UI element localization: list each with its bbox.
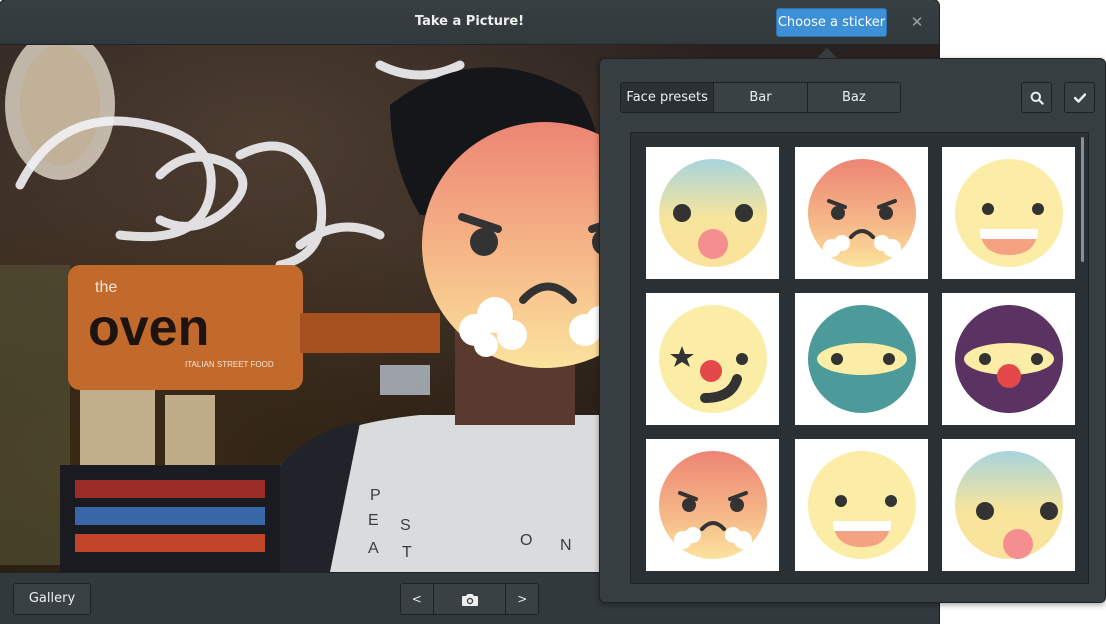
take-photo-button[interactable]	[433, 584, 507, 614]
checkmark-icon	[1073, 92, 1086, 103]
sticker-grid	[630, 132, 1089, 584]
sign-the-text: the	[95, 279, 117, 296]
confirm-button[interactable]	[1064, 82, 1095, 113]
sticker-category-tabs: Face presets Bar Baz	[620, 82, 901, 113]
choose-sticker-button[interactable]: Choose a sticker	[776, 8, 887, 37]
grinning-face-icon	[807, 451, 916, 559]
next-button[interactable]: >	[506, 584, 538, 614]
shocked-face-icon	[954, 451, 1063, 559]
sticker-ninja-teal[interactable]	[795, 293, 928, 425]
previous-button[interactable]: <	[401, 584, 434, 614]
grinning-face-icon	[954, 159, 1063, 267]
svg-text:T: T	[402, 544, 412, 561]
tab-bar[interactable]: Bar	[713, 83, 807, 112]
grid-scrollbar[interactable]	[1081, 137, 1084, 262]
gallery-button[interactable]: Gallery	[13, 583, 91, 615]
tab-face-presets[interactable]: Face presets	[621, 83, 714, 112]
shocked-face-icon	[658, 159, 767, 267]
sign-subtitle-text: ITALIAN STREET FOOD	[185, 360, 274, 369]
svg-text:S: S	[400, 517, 411, 534]
search-button[interactable]	[1021, 82, 1052, 113]
search-icon	[1030, 91, 1044, 105]
svg-text:O: O	[520, 532, 532, 549]
tab-baz[interactable]: Baz	[806, 83, 900, 112]
svg-text:P: P	[370, 487, 381, 504]
ninja-teal-face-icon	[807, 305, 916, 413]
sticker-grinning-face-2[interactable]	[795, 439, 928, 571]
close-icon[interactable]: ✕	[907, 12, 927, 32]
header-bar: Take a Picture! Choose a sticker ✕	[0, 0, 939, 45]
svg-text:N: N	[560, 537, 572, 554]
svg-text:A: A	[368, 540, 379, 557]
sign-oven-text: oven	[88, 299, 209, 357]
capture-controls: < >	[400, 583, 539, 615]
angry-face-icon	[807, 159, 916, 267]
sticker-popover: Face presets Bar Baz	[599, 58, 1106, 603]
sticker-angry-face[interactable]	[795, 147, 928, 279]
clown-face-icon	[658, 305, 767, 413]
sticker-grinning-face[interactable]	[942, 147, 1075, 279]
sticker-shocked-face-2[interactable]	[942, 439, 1075, 571]
angry-face-icon	[658, 451, 767, 559]
sticker-angry-face-2[interactable]	[646, 439, 779, 571]
svg-text:E: E	[368, 512, 379, 529]
ninja-purple-face-icon	[954, 305, 1063, 413]
sticker-shocked-face[interactable]	[646, 147, 779, 279]
sticker-clown-face[interactable]	[646, 293, 779, 425]
sticker-ninja-purple[interactable]	[942, 293, 1075, 425]
camera-icon	[461, 593, 478, 606]
